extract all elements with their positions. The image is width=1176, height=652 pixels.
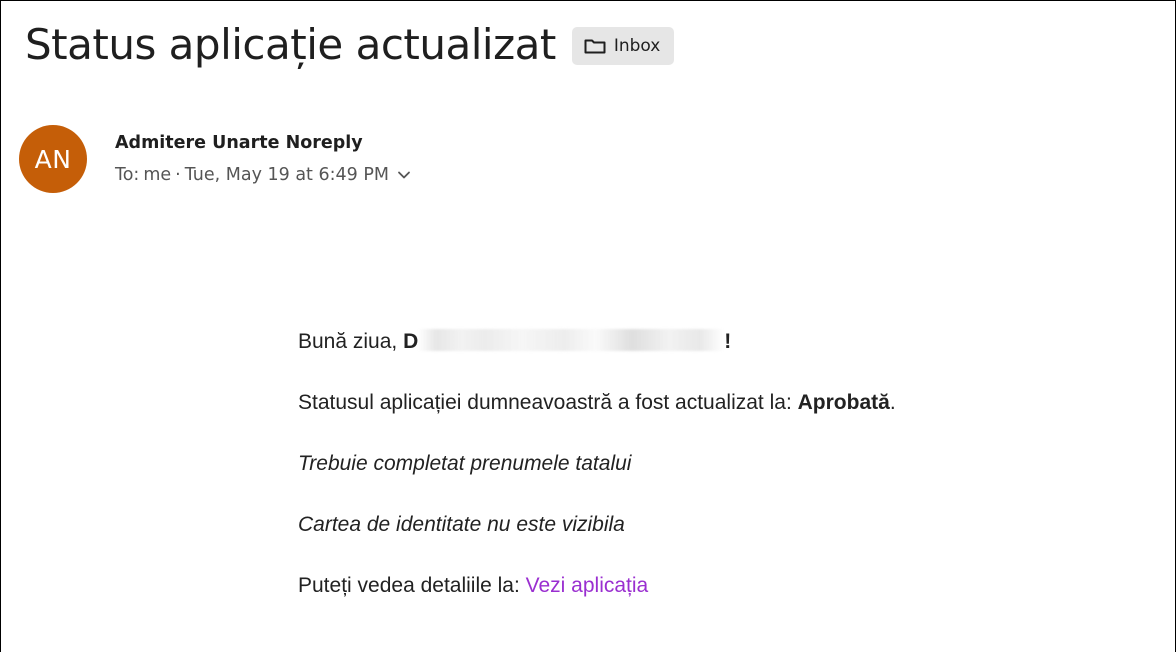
details-line: Puteți vedea detaliile la: Vezi aplicați… bbox=[298, 567, 896, 605]
greeting-prefix: Bună ziua, bbox=[298, 330, 404, 353]
status-text: Statusul aplicației dumneavoastră a fost… bbox=[298, 391, 798, 414]
greeting-line: Bună ziua, D! bbox=[298, 323, 896, 361]
recipient-name-initial: D bbox=[403, 330, 419, 353]
details-prefix: Puteți vedea detaliile la: bbox=[298, 574, 526, 597]
sender-info: Admitere Unarte Noreply To: me · Tue, Ma… bbox=[115, 125, 411, 187]
email-subject: Status aplicație actualizat bbox=[25, 20, 556, 69]
status-value: Aprobată bbox=[797, 391, 890, 414]
folder-icon bbox=[584, 38, 606, 54]
subject-row: Status aplicație actualizat Inbox bbox=[25, 15, 675, 75]
view-application-link[interactable]: Vezi aplicația bbox=[526, 574, 649, 597]
status-end: . bbox=[889, 391, 896, 414]
greeting-suffix: ! bbox=[724, 330, 732, 353]
recipient-details-toggle[interactable]: To: me · Tue, May 19 at 6:49 PM bbox=[115, 163, 411, 187]
to-prefix: To: bbox=[115, 165, 140, 185]
separator: · bbox=[175, 165, 181, 185]
sender-name[interactable]: Admitere Unarte Noreply bbox=[115, 131, 411, 155]
note-id-card: Cartea de identitate nu este vizibila bbox=[298, 513, 625, 536]
email-body: Bună ziua, D! Statusul aplicației dumnea… bbox=[298, 323, 896, 628]
email-viewer: Status aplicație actualizat Inbox AN Adm… bbox=[0, 0, 1176, 652]
chevron-down-icon[interactable] bbox=[397, 163, 411, 187]
folder-chip-inbox[interactable]: Inbox bbox=[571, 27, 675, 65]
note-father-name: Trebuie completat prenumele tatalui bbox=[298, 452, 632, 475]
folder-label: Inbox bbox=[613, 36, 661, 56]
avatar[interactable]: AN bbox=[19, 125, 87, 193]
redacted-name bbox=[418, 329, 725, 351]
status-line: Statusul aplicației dumneavoastră a fost… bbox=[298, 384, 896, 422]
recipient: me bbox=[143, 165, 172, 185]
sent-date: Tue, May 19 at 6:49 PM bbox=[184, 165, 389, 185]
sender-block: AN Admitere Unarte Noreply To: me · Tue,… bbox=[19, 125, 411, 193]
